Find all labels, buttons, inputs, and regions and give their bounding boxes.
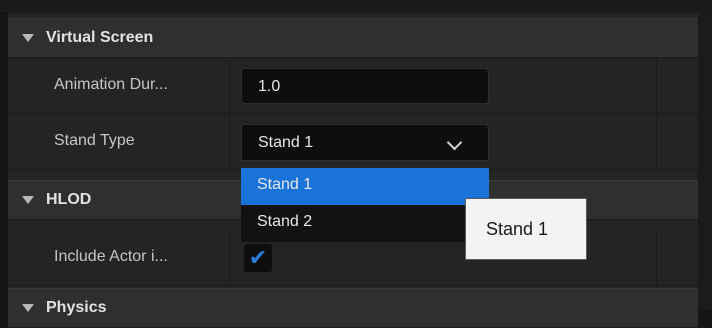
section-title: Virtual Screen — [46, 29, 154, 46]
section-title: HLOD — [46, 191, 92, 208]
dropdown-option-stand-2[interactable]: Stand 2 — [241, 205, 489, 242]
property-label: Animation Dur... — [54, 76, 168, 93]
reset-column-splitter — [656, 114, 657, 169]
column-splitter[interactable] — [229, 230, 230, 285]
collapse-triangle-icon — [22, 196, 34, 204]
column-splitter[interactable] — [229, 58, 230, 113]
stand-type-combobox[interactable]: Stand 1 — [241, 124, 489, 161]
chevron-down-icon — [446, 134, 463, 151]
section-virtual-screen[interactable]: Virtual Screen — [8, 18, 698, 58]
column-splitter[interactable] — [229, 114, 230, 169]
section-title: Physics — [46, 299, 107, 316]
tooltip: Stand 1 — [465, 198, 587, 260]
combobox-value: Stand 1 — [258, 134, 314, 151]
checkmark-icon: ✔ — [248, 245, 268, 270]
row-animation-duration: Animation Dur... 1.0 — [8, 58, 698, 114]
panel-scroll-edge — [698, 13, 712, 310]
reset-column-splitter — [656, 230, 657, 285]
reset-column-splitter — [656, 58, 657, 113]
dropdown-option-stand-1[interactable]: Stand 1 — [241, 168, 489, 205]
collapse-triangle-icon — [22, 304, 34, 312]
collapse-triangle-icon — [22, 34, 34, 42]
property-label: Stand Type — [54, 132, 135, 149]
row-stand-type: Stand Type Stand 1 — [8, 114, 698, 170]
stand-type-dropdown-list: Stand 1 Stand 2 — [241, 168, 489, 242]
property-label: Include Actor i... — [54, 248, 168, 265]
animation-duration-input[interactable]: 1.0 — [241, 68, 489, 104]
include-actor-checkbox[interactable]: ✔ — [244, 244, 272, 272]
section-physics[interactable]: Physics — [8, 288, 698, 328]
top-strip — [0, 0, 712, 14]
